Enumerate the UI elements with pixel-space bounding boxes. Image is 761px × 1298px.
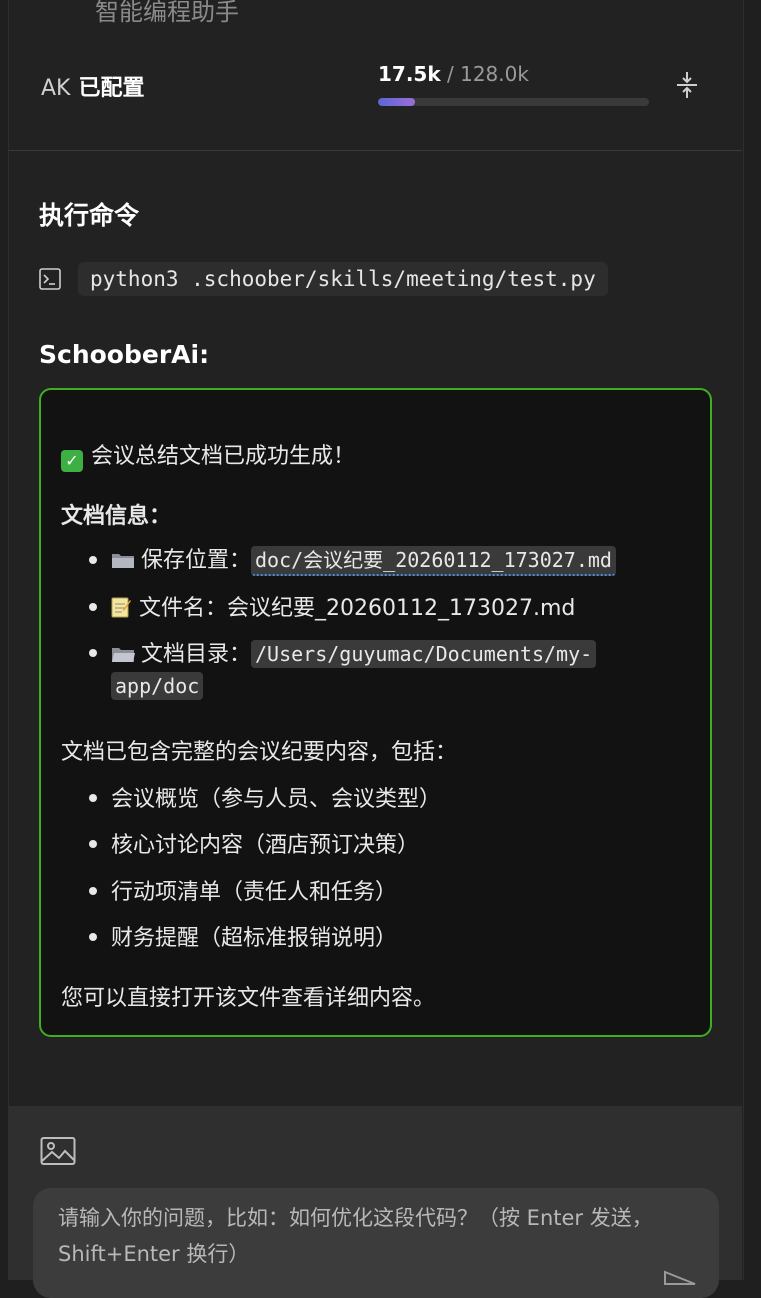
bullet-icon [89, 556, 97, 564]
bullet-icon [89, 794, 97, 802]
bullet-icon [89, 933, 97, 941]
folder-icon [112, 648, 135, 662]
bullet-icon [89, 603, 97, 611]
doc-dir-continuation: app/doc [111, 672, 204, 700]
save-location-label: 保存位置： [141, 548, 252, 573]
folder-icon [112, 554, 134, 568]
ak-status: 已配置 [78, 76, 145, 101]
command-section-title: 执行命令 [39, 201, 140, 230]
list-item: 核心讨论内容（酒店预订决策） [111, 833, 420, 858]
ak-label: AK [41, 76, 71, 101]
doc-dir-value-cont: app/doc [111, 672, 204, 700]
file-name-item: 文件名：会议纪要_20260112_173027.md [111, 590, 575, 622]
app-subtitle: 智能编程助手 [95, 0, 239, 26]
memo-icon [111, 597, 131, 618]
success-line: ✓ 会议总结文档已成功生成！ [61, 438, 355, 472]
check-mark-icon: ✓ [61, 450, 83, 472]
ak-status-row: AK 已配置 [41, 70, 145, 102]
chat-input-placeholder: 请输入你的问题，比如：如何优化这段代码？（按 Enter 发送，Shift+En… [58, 1206, 653, 1266]
closing-text: 您可以直接打开该文件查看详细内容。 [61, 986, 436, 1011]
assistant-name: SchooberAi: [39, 340, 210, 369]
list-item: 财务提醒（超标准报销说明） [111, 926, 398, 951]
token-usage-fill [378, 98, 416, 106]
bullet-icon [89, 887, 97, 895]
list-item: 行动项清单（责任人和任务） [111, 880, 398, 905]
token-counter: 17.5k / 128.0k [378, 62, 529, 86]
image-upload-icon[interactable] [40, 1136, 76, 1166]
send-icon[interactable] [662, 1262, 698, 1286]
terminal-icon [39, 268, 61, 290]
list-item: 会议概览（参与人员、会议类型） [111, 787, 442, 812]
tokens-total: 128.0k [460, 62, 529, 86]
tokens-used: 17.5k [378, 62, 441, 86]
contents-intro: 文档已包含完整的会议纪要内容，包括： [61, 740, 458, 765]
assistant-message: ✓ 会议总结文档已成功生成！ 文档信息： 保存位置： doc/会议纪要_202601… [39, 388, 712, 1037]
doc-dir-item: 文档目录：/Users/guyumac/Documents/my- [111, 636, 597, 668]
command-text[interactable]: python3 .schoober/skills/meeting/test.py [78, 262, 608, 296]
save-location-link[interactable]: doc/会议纪要_20260112_173027.md [251, 546, 616, 576]
file-name-value: 会议纪要_20260112_173027.md [227, 596, 576, 621]
success-text: 会议总结文档已成功生成！ [91, 444, 356, 469]
doc-dir-value: /Users/guyumac/Documents/my- [251, 640, 597, 668]
collapse-icon[interactable] [674, 70, 700, 100]
bullet-icon [89, 840, 97, 848]
token-usage-bar [378, 98, 649, 106]
bullet-icon [89, 649, 97, 657]
header-divider [9, 150, 742, 151]
tokens-separator: / [440, 62, 461, 86]
file-name-label: 文件名： [139, 596, 228, 621]
doc-info-title: 文档信息： [61, 504, 172, 529]
save-location-item: 保存位置： doc/会议纪要_20260112_173027.md [111, 542, 616, 576]
doc-dir-label: 文档目录： [141, 642, 252, 667]
